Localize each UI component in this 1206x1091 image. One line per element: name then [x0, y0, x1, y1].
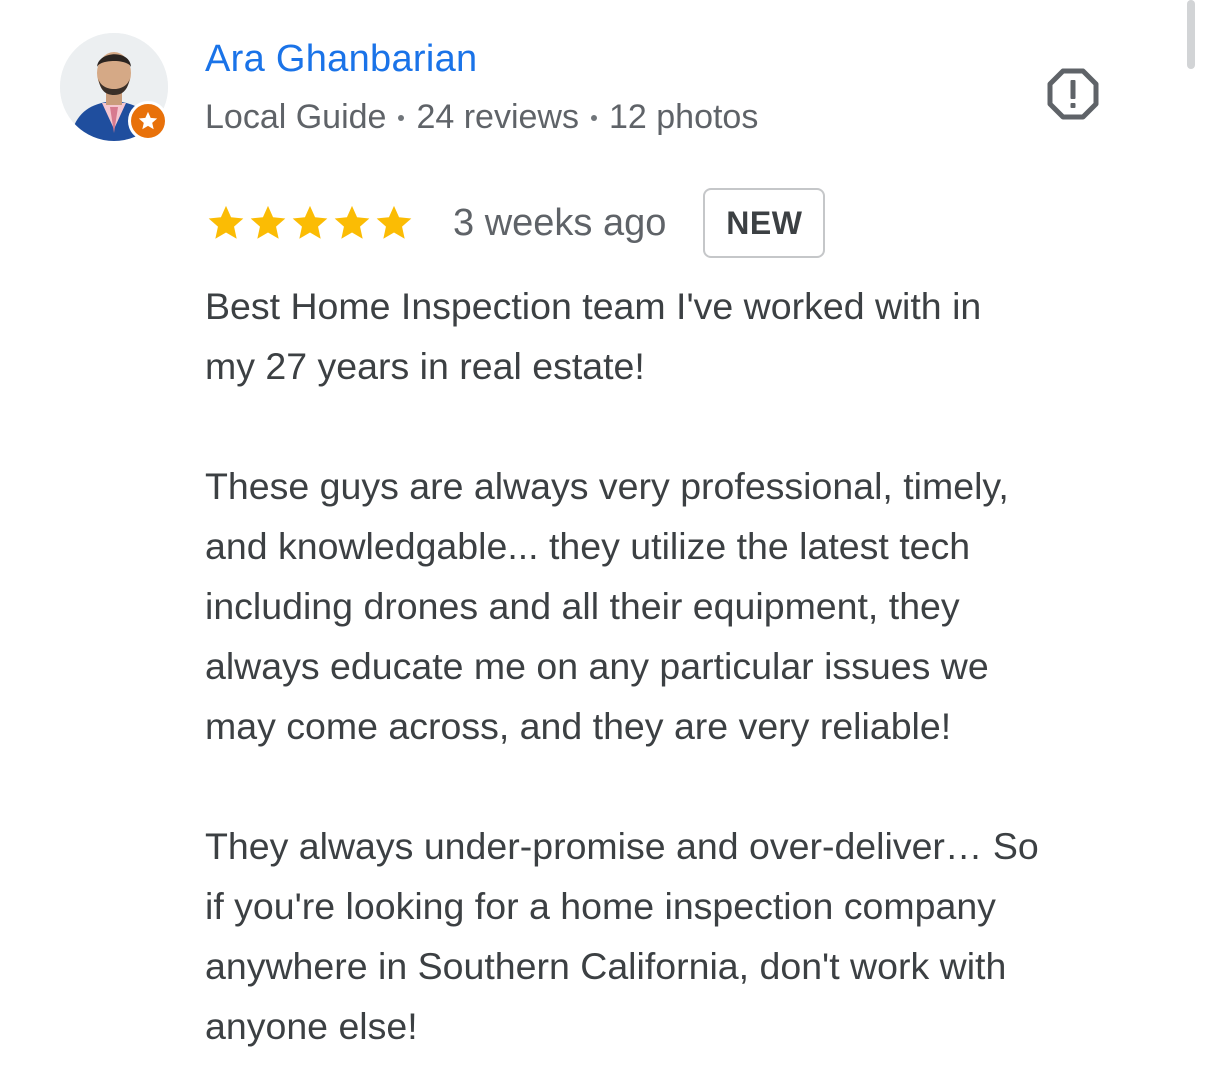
- report-octagon-icon: [1047, 68, 1099, 120]
- meta-separator: [398, 114, 405, 121]
- review-line: may come across, and they are very relia…: [205, 705, 952, 747]
- star-icon: [376, 205, 412, 239]
- local-guide-badge: [128, 101, 168, 141]
- reviewer-name[interactable]: Ara Ghanbarian: [205, 38, 477, 81]
- star-icon: [292, 205, 328, 239]
- reviewer-meta: Local Guide 24 reviews 12 photos: [205, 98, 758, 137]
- star-icon: [334, 205, 370, 239]
- review-line: including drones and all their equipment…: [205, 585, 960, 627]
- review-line: Best Home Inspection team I've worked wi…: [205, 285, 982, 327]
- review-count: 24 reviews: [416, 98, 579, 136]
- scrollbar-thumb[interactable]: [1187, 0, 1195, 69]
- rating-row: 3 weeks ago NEW: [205, 186, 826, 260]
- review-paragraph: They always under-promise and over-deliv…: [205, 816, 1150, 1056]
- review-line: if you're looking for a home inspection …: [205, 885, 996, 927]
- review-line: They always under-promise and over-deliv…: [205, 825, 1039, 867]
- review-card: Ara Ghanbarian Local Guide 24 reviews 12…: [0, 0, 1206, 1091]
- report-review-button[interactable]: [1045, 66, 1101, 122]
- star-icon: [250, 205, 286, 239]
- review-paragraph: These guys are always very professional,…: [205, 456, 1150, 756]
- new-badge: NEW: [703, 188, 826, 258]
- review-line: my 27 years in real estate!: [205, 345, 645, 387]
- photo-count: 12 photos: [608, 98, 759, 136]
- review-line: anywhere in Southern California, don't w…: [205, 945, 1007, 987]
- review-paragraph: Best Home Inspection team I've worked wi…: [205, 276, 1150, 396]
- review-line: always educate me on any particular issu…: [205, 645, 989, 687]
- star-icon: [208, 205, 244, 239]
- meta-separator: [590, 114, 597, 121]
- review-date: 3 weeks ago: [453, 201, 667, 244]
- review-line: and knowledgable... they utilize the lat…: [205, 525, 971, 567]
- review-line: anyone else!: [205, 1005, 418, 1047]
- review-line: These guys are always very professional,…: [205, 465, 1009, 507]
- review-text: Best Home Inspection team I've worked wi…: [205, 276, 1150, 1056]
- local-guide-star-icon: [138, 111, 158, 130]
- star-rating: [205, 202, 415, 244]
- local-guide-label: Local Guide: [205, 98, 387, 136]
